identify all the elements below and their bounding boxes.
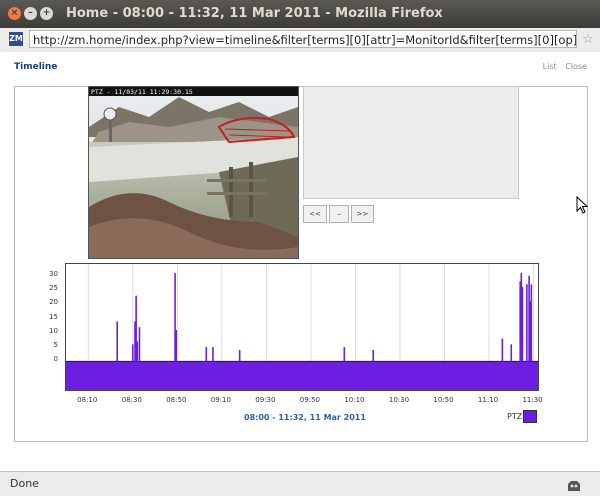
status-bar: Done	[0, 471, 600, 496]
camera-overlay-text: PTZ - 11/03/11 11:29:30.15	[91, 88, 193, 96]
event-bar[interactable]	[116, 321, 119, 362]
event-bar[interactable]	[212, 347, 214, 362]
x-tick-label: 10:10	[344, 396, 365, 404]
page-title: Timeline	[14, 62, 58, 72]
event-bar[interactable]	[526, 284, 528, 362]
event-bar[interactable]	[521, 287, 524, 362]
zoom-out-button[interactable]: –	[329, 205, 349, 223]
x-tick-label: 11:30	[522, 396, 543, 404]
window-close-button[interactable]: ×	[8, 7, 21, 20]
y-tick-label: 25	[49, 284, 58, 292]
event-bar[interactable]	[343, 347, 346, 362]
event-bar[interactable]	[138, 327, 141, 362]
x-tick-label: 09:50	[299, 396, 320, 404]
x-tick-label: 11:10	[477, 396, 499, 404]
y-tick-label: 0	[53, 355, 58, 364]
event-bar[interactable]	[136, 341, 139, 362]
next-button[interactable]: >>	[351, 205, 374, 223]
event-bar[interactable]	[175, 330, 178, 362]
x-tick-label: 08:30	[121, 396, 142, 404]
y-tick-label: 15	[49, 312, 58, 321]
x-tick-label: 08:10	[77, 396, 98, 404]
addon-icon[interactable]	[567, 477, 581, 496]
window-maximize-button[interactable]: +	[40, 7, 53, 20]
status-text: Done	[10, 477, 39, 490]
x-tick-label: 09:30	[255, 396, 276, 404]
event-bar[interactable]	[372, 350, 375, 362]
y-tick-label: 5	[53, 341, 58, 350]
event-bar[interactable]	[530, 284, 533, 362]
url-bar: ZM http://zm.home/index.php?view=timelin…	[0, 28, 600, 53]
legend-label: PTZ	[507, 412, 523, 421]
x-tick-label: 10:50	[433, 396, 454, 404]
list-link[interactable]: List	[543, 62, 557, 71]
timeline-chart[interactable]	[65, 263, 539, 391]
event-bar[interactable]	[501, 338, 504, 362]
prev-button[interactable]: <<	[303, 205, 327, 223]
site-favicon-icon: ZM	[9, 32, 23, 46]
x-tick-label: 10:30	[388, 396, 410, 404]
mouse-cursor-icon	[576, 195, 589, 218]
event-bar[interactable]	[238, 350, 241, 362]
x-tick-label: 08:50	[166, 396, 187, 404]
window-minimize-button[interactable]: –	[24, 7, 37, 20]
y-tick-label: 10	[49, 326, 58, 335]
address-field[interactable]: http://zm.home/index.php?view=timeline&f…	[29, 30, 577, 48]
close-link[interactable]: Close	[565, 62, 587, 71]
time-range-label: 08:00 - 11:32, 11 Mar 2011	[244, 413, 366, 422]
camera-image[interactable]: PTZ - 11/03/11 11:29:30.15	[88, 86, 299, 259]
event-bar[interactable]	[510, 344, 513, 362]
x-tick-label: 09:10	[210, 396, 231, 404]
y-tick-label: 20	[49, 298, 58, 307]
bookmark-star-icon[interactable]: ☆	[582, 32, 594, 47]
window-title: Home - 08:00 - 11:32, 11 Mar 2011 - Mozi…	[66, 6, 443, 21]
top-links: List Close	[537, 62, 587, 71]
event-preview-pane	[303, 86, 519, 199]
legend-swatch	[523, 410, 537, 423]
window-titlebar: × – + Home - 08:00 - 11:32, 11 Mar 2011 …	[0, 0, 600, 28]
y-tick-label: 30	[49, 269, 58, 278]
baseline-band[interactable]	[66, 361, 538, 390]
event-bar[interactable]	[131, 344, 134, 362]
event-bar[interactable]	[205, 347, 208, 362]
